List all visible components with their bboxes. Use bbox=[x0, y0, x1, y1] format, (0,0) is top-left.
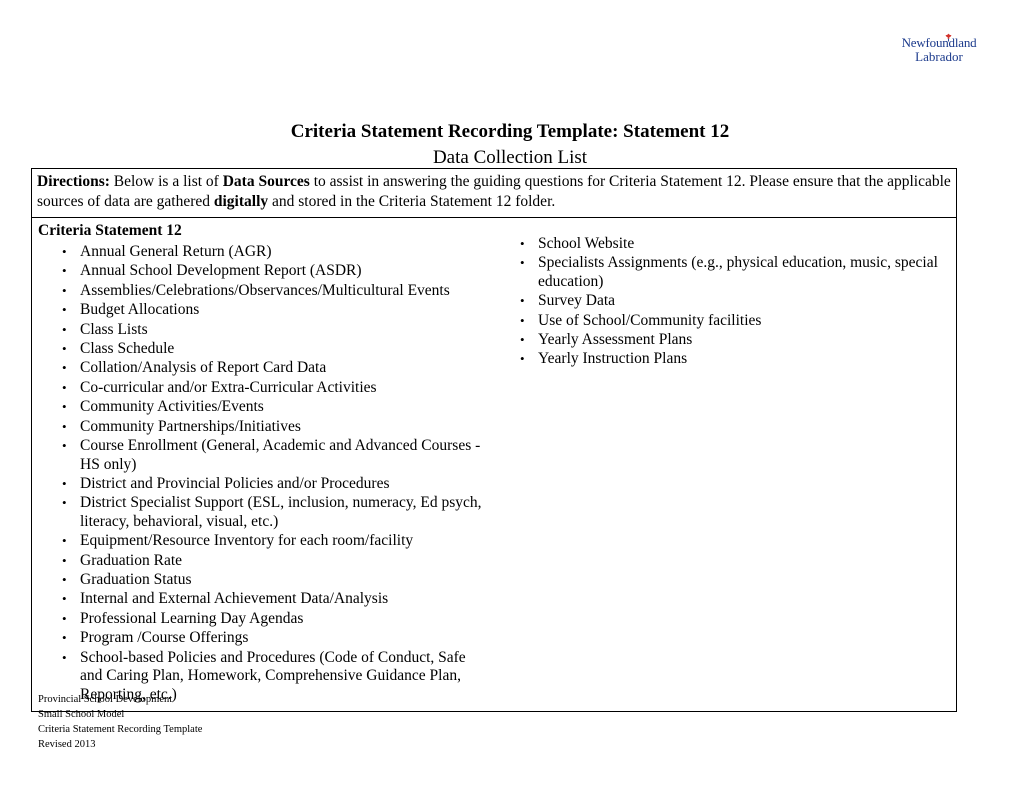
right-column: School Website Specialists Assignments (… bbox=[494, 218, 956, 376]
footer-line-1: Provincial School Development bbox=[38, 694, 173, 705]
list-item: Collation/Analysis of Report Card Data bbox=[62, 359, 488, 378]
logo-line1: Newfoundland bbox=[901, 35, 977, 50]
right-column-spacer bbox=[500, 220, 950, 235]
list-item: Co-curricular and/or Extra-Curricular Ac… bbox=[62, 379, 488, 398]
list-item: Graduation Rate bbox=[62, 552, 488, 571]
directions-bold-2: digitally bbox=[213, 193, 269, 211]
footer-line-4: Revised 2013 bbox=[38, 738, 96, 750]
columns-row: Criteria Statement 12 Annual General Ret… bbox=[32, 218, 956, 711]
footer-line-3: Criteria Statement Recording Template bbox=[38, 723, 203, 735]
list-item: Course Enrollment (General, Academic and… bbox=[62, 437, 488, 474]
document-page: Newfoundland Labrador Criteria Statement… bbox=[0, 0, 1020, 788]
list-item: Yearly Assessment Plans bbox=[520, 331, 950, 350]
left-column-list: Annual General Return (AGR) Annual Schoo… bbox=[38, 243, 488, 704]
left-column-heading: Criteria Statement 12 bbox=[38, 221, 182, 239]
list-item: Annual General Return (AGR) bbox=[62, 243, 488, 262]
list-item: Budget Allocations bbox=[62, 301, 488, 320]
footer: Provincial School Development Small Scho… bbox=[38, 693, 202, 753]
list-item: Equipment/Resource Inventory for each ro… bbox=[62, 532, 488, 551]
directions-text-3: and stored in the Criteria Statement 12 … bbox=[268, 193, 556, 211]
directions-label: Directions: bbox=[37, 173, 110, 190]
list-item: Assemblies/Celebrations/Observances/Mult… bbox=[62, 282, 488, 301]
left-column: Criteria Statement 12 Annual General Ret… bbox=[32, 218, 494, 711]
list-item: District Specialist Support (ESL, inclus… bbox=[62, 494, 488, 531]
list-item: Class Lists bbox=[62, 321, 488, 340]
right-column-list: School Website Specialists Assignments (… bbox=[500, 235, 950, 369]
page-subtitle: Data Collection List bbox=[432, 146, 588, 168]
list-item: District and Provincial Policies and/or … bbox=[62, 475, 488, 494]
list-item: Program /Course Offerings bbox=[62, 629, 488, 648]
list-item: School Website bbox=[520, 235, 950, 254]
pitcher-plant-icon bbox=[945, 33, 952, 42]
list-item: Professional Learning Day Agendas bbox=[62, 610, 488, 629]
list-item: Graduation Status bbox=[62, 571, 488, 590]
list-item: Internal and External Achievement Data/A… bbox=[62, 590, 488, 609]
list-item: Yearly Instruction Plans bbox=[520, 350, 950, 369]
directions-row: Directions: Below is a list of Data Sour… bbox=[32, 169, 956, 218]
page-title: Criteria Statement Recording Template: S… bbox=[290, 121, 730, 142]
list-item: Community Partnerships/Initiatives bbox=[62, 418, 488, 437]
list-item: Survey Data bbox=[520, 292, 950, 311]
directions-bold-1: Data Sources bbox=[222, 173, 310, 190]
footer-line-2: Small School Model bbox=[38, 708, 125, 720]
list-item: Class Schedule bbox=[62, 340, 488, 359]
list-item: Specialists Assignments (e.g., physical … bbox=[520, 254, 950, 291]
list-item: Community Activities/Events bbox=[62, 398, 488, 417]
title-block: Criteria Statement Recording Template: S… bbox=[32, 120, 988, 170]
directions-text-1: Below is a list of bbox=[109, 173, 223, 190]
list-item: Use of School/Community facilities bbox=[520, 312, 950, 331]
data-collection-table: Directions: Below is a list of Data Sour… bbox=[31, 168, 957, 713]
newfoundland-labrador-logo: Newfoundland Labrador bbox=[900, 33, 978, 82]
logo-line2: Labrador bbox=[915, 49, 963, 64]
list-item: Annual School Development Report (ASDR) bbox=[62, 262, 488, 281]
